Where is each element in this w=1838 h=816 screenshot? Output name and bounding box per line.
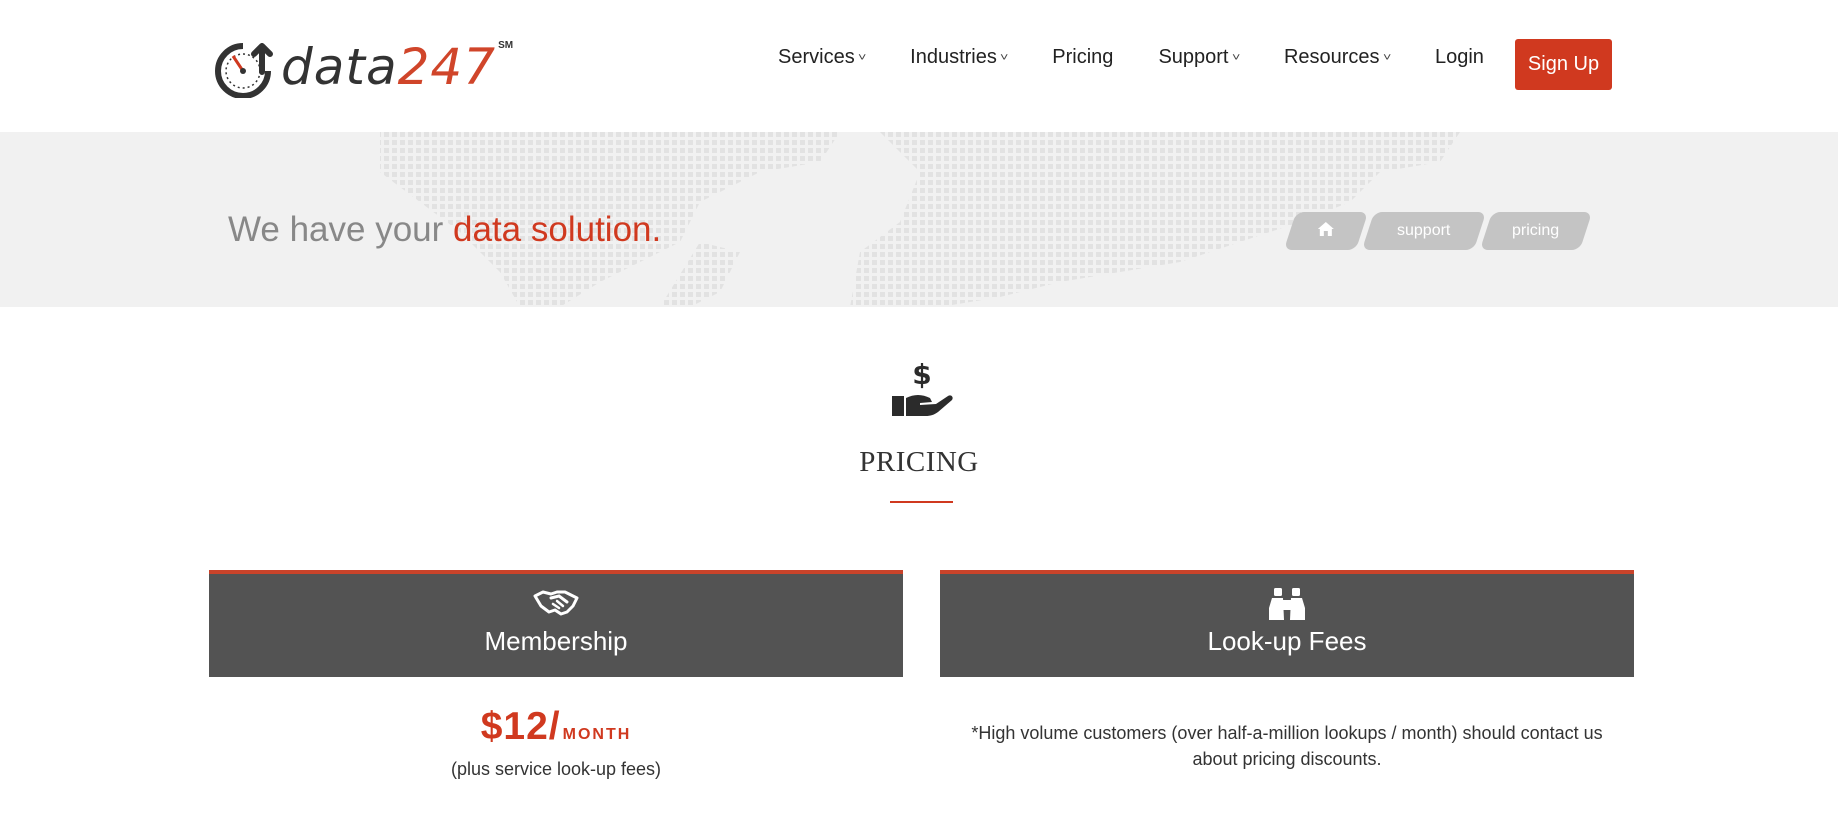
nav-pricing-label: Pricing <box>1052 46 1114 68</box>
chevron-down-icon: ˅ <box>999 51 1009 64</box>
breadcrumb-support[interactable]: support <box>1361 212 1487 250</box>
banner-tagline: We have your data solution. <box>228 210 661 250</box>
nav-services-label: Services <box>778 46 855 68</box>
price-amount: $12/ <box>480 705 561 748</box>
nav-industries-label: Industries <box>910 46 997 68</box>
breadcrumb-support-label: support <box>1397 222 1451 239</box>
lookup-fees-note: *High volume customers (over half-a-mill… <box>971 723 1603 769</box>
nav-pricing[interactable]: Pricing <box>1052 46 1113 69</box>
tagline-accent: data solution. <box>453 210 662 249</box>
main-nav: Services ˅ Industries ˅ Pricing Support … <box>778 46 1529 69</box>
chevron-down-icon: ˅ <box>857 51 867 64</box>
nav-services[interactable]: Services ˅ <box>778 46 867 69</box>
binoculars-icon <box>1269 588 1305 620</box>
tagline-prefix: We have your <box>228 210 454 249</box>
membership-card-header: Membership <box>209 570 903 677</box>
nav-support-label: Support <box>1158 46 1229 68</box>
lookup-fees-card-header: Look-up Fees <box>940 570 1634 677</box>
svg-text:$: $ <box>912 360 931 391</box>
logo[interactable]: data247 SM <box>207 36 513 98</box>
lookup-fees-title: Look-up Fees <box>1207 626 1367 656</box>
price-period: MONTH <box>562 726 632 743</box>
breadcrumb-home[interactable] <box>1283 212 1369 250</box>
membership-price: $12/MONTH <box>209 705 903 749</box>
breadcrumb-pricing[interactable]: pricing <box>1479 212 1593 250</box>
chevron-down-icon: ˅ <box>1382 51 1391 64</box>
title-divider <box>890 501 953 503</box>
membership-price-note: (plus service look-up fees) <box>450 759 662 779</box>
nav-resources-label: Resources <box>1283 46 1380 68</box>
stopwatch-logo-icon <box>215 43 273 98</box>
logo-service-mark: SM <box>498 39 514 51</box>
handshake-icon <box>533 590 579 616</box>
nav-resources[interactable]: Resources ˅ <box>1283 46 1391 69</box>
membership-title: Membership <box>484 626 628 656</box>
breadcrumb-pricing-label: pricing <box>1512 222 1560 239</box>
nav-login-label: Login <box>1434 46 1484 68</box>
hero-banner: We have your data solution. support pric… <box>0 132 1838 307</box>
hand-dollar-icon: $ <box>892 360 953 416</box>
nav-login[interactable]: Login <box>1435 46 1484 69</box>
nav-support[interactable]: Support ˅ <box>1158 46 1239 69</box>
home-icon <box>1317 221 1335 242</box>
logo-wordmark: data247 <box>281 38 497 96</box>
breadcrumb: support pricing <box>1283 212 1593 250</box>
nav-industries[interactable]: Industries ˅ <box>910 46 1009 69</box>
sign-up-button[interactable]: Sign Up <box>1515 39 1612 90</box>
site-header: data247 SM Services ˅ Industries ˅ Prici… <box>0 0 1838 132</box>
chevron-down-icon: ˅ <box>1231 51 1240 64</box>
page-title: PRICING <box>859 446 979 478</box>
